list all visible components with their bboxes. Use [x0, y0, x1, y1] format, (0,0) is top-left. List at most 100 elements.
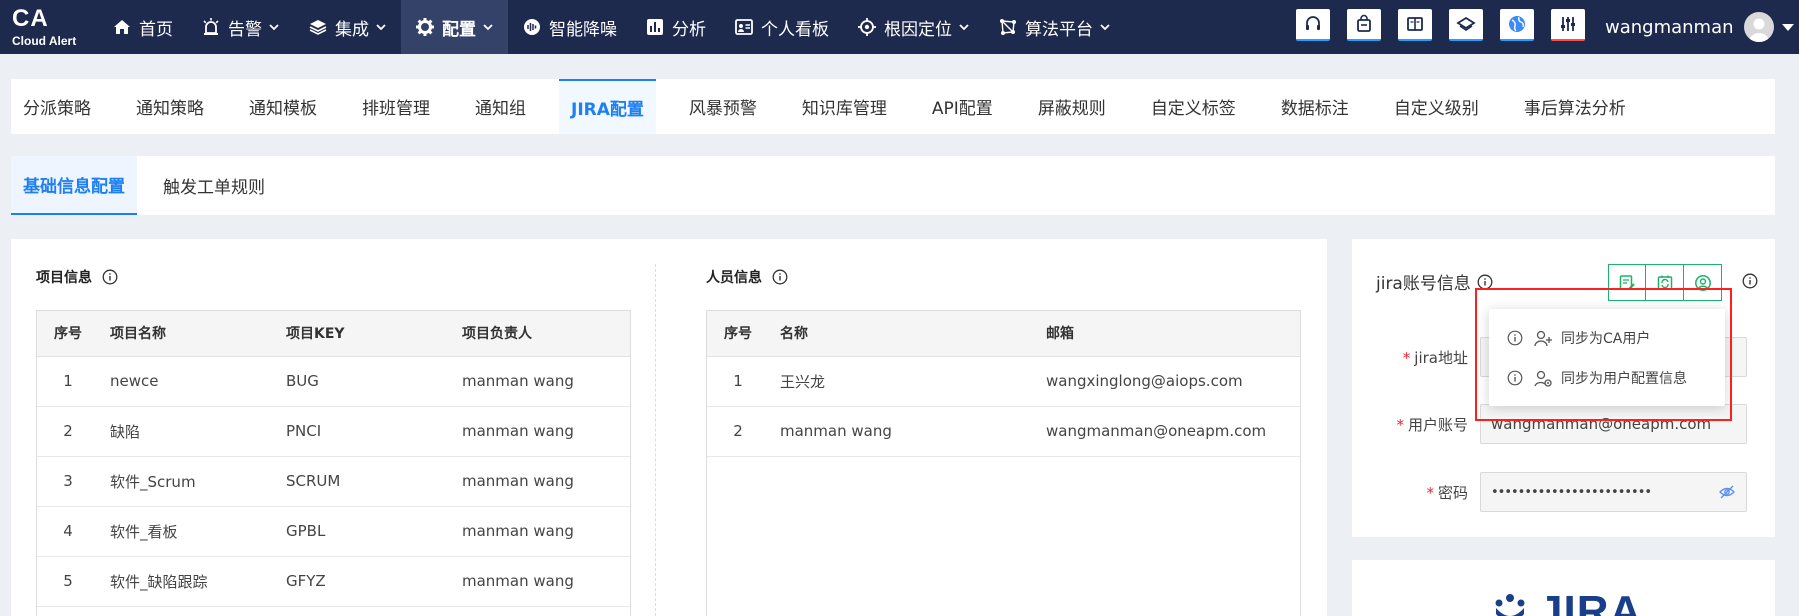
password-field[interactable]: ••••••••••••••••••••••••: [1480, 472, 1747, 512]
bag-button[interactable]: [1347, 9, 1381, 41]
tab-primary-10[interactable]: 自定义标签: [1139, 79, 1248, 134]
column-header: 项目名称: [99, 311, 275, 357]
table-cell: wangmanman@oneapm.com: [1035, 406, 1300, 457]
nav-home[interactable]: 首页: [98, 0, 187, 54]
secondary-tabs: 基础信息配置 触发工单规则: [11, 156, 1775, 215]
tab-label: 屏蔽规则: [1037, 99, 1106, 119]
info-icon[interactable]: [1477, 274, 1493, 290]
user-account-label: * 用户账号: [1352, 414, 1480, 435]
user-account-field[interactable]: wangmanman@oneapm.com: [1480, 404, 1747, 444]
column-header: 项目负责人: [451, 311, 630, 357]
jira-logo-icon: [1495, 594, 1525, 616]
tab-primary-0[interactable]: 分派策略: [11, 79, 103, 134]
user-add-icon: [1533, 328, 1553, 348]
edit-document-icon: [1619, 274, 1635, 290]
tab-primary-8[interactable]: API配置: [920, 79, 1005, 134]
app-logo[interactable]: CA Cloud Alert: [0, 7, 98, 48]
sync-button[interactable]: [1646, 264, 1684, 301]
sync-user-button[interactable]: [1684, 264, 1722, 301]
chevron-down-icon: [375, 21, 387, 33]
table-cell: newce: [99, 356, 275, 407]
table-row[interactable]: 4 软件_看板 GPBL manman wang: [37, 506, 630, 557]
tab-primary-4[interactable]: 通知组: [463, 79, 538, 134]
tab-primary-3[interactable]: 排班管理: [350, 79, 442, 134]
user-menu[interactable]: wangmanman: [1605, 0, 1794, 54]
table-row[interactable]: 3 软件_Scrum SCRUM manman wang: [37, 456, 630, 507]
table-row[interactable]: 1 王兴龙 wangxinglong@aiops.com: [707, 356, 1300, 407]
table-cell: manman wang: [769, 406, 1035, 457]
jira-url-label-text: jira地址: [1414, 348, 1468, 367]
globe-icon: [1509, 16, 1525, 32]
nav-integration[interactable]: 集成: [294, 0, 401, 54]
table-row[interactable]: 2 缺陷 PNCI manman wang: [37, 406, 630, 457]
required-mark: *: [1426, 483, 1434, 502]
target-icon: [857, 17, 877, 37]
nav-algorithm[interactable]: 算法平台: [984, 0, 1125, 54]
column-header: 邮箱: [1035, 311, 1300, 357]
main-panel: 项目信息 序号 项目名称 项目KEY 项目负责人 1 newce BUG manman wa…: [11, 239, 1327, 616]
tab-primary-2[interactable]: 通知模板: [237, 79, 329, 134]
table-cell: 软件_Scrum: [99, 456, 275, 507]
sliders-button[interactable]: [1551, 9, 1585, 41]
nav-root-cause[interactable]: 根因定位: [843, 0, 984, 54]
table-cell: 软件_看板: [99, 506, 275, 557]
nav-config[interactable]: 配置: [401, 0, 508, 54]
alarm-icon: [201, 17, 221, 37]
tab-label: JIRA配置: [571, 100, 644, 120]
info-icon: [1507, 330, 1523, 346]
layers-diamond-button[interactable]: [1449, 9, 1483, 41]
tab-primary-12[interactable]: 自定义级别: [1382, 79, 1491, 134]
tab-label: 通知策略: [136, 99, 204, 119]
algorithm-icon: [998, 17, 1018, 37]
table-cell: 王兴龙: [769, 356, 1035, 407]
jira-account-title-text: jira账号信息: [1376, 274, 1471, 294]
table-cell: 4: [37, 506, 99, 557]
sync-as-ca-user-item[interactable]: 同步为CA用户: [1489, 318, 1725, 358]
user-account-row: * 用户账号 wangmanman@oneapm.com: [1352, 404, 1775, 444]
nav-alarm[interactable]: 告警: [187, 0, 294, 54]
project-section-title: 项目信息: [36, 267, 118, 287]
nav-home-label: 首页: [139, 19, 173, 40]
jira-logo: JIRA: [1488, 587, 1642, 616]
table-cell: manman wang: [451, 556, 630, 607]
top-navigation: CA Cloud Alert 首页 告警 集成 配置 智能降噪 分析 个人看板 …: [0, 0, 1799, 54]
sliders-icon: [1561, 17, 1575, 31]
globe-button[interactable]: [1500, 9, 1534, 41]
column-header: 项目KEY: [275, 311, 451, 357]
headset-icon: [1306, 16, 1320, 30]
primary-tabs: 分派策略 通知策略 通知模板 排班管理 通知组 JIRA配置 风暴预警 知识库管理 API配置 屏…: [11, 79, 1775, 134]
section-divider: [655, 264, 656, 616]
sync-as-user-config-item[interactable]: 同步为用户配置信息: [1489, 358, 1725, 398]
eye-hidden-icon[interactable]: [1718, 483, 1736, 501]
table-cell: GPBL: [275, 506, 451, 557]
tab-primary-9[interactable]: 屏蔽规则: [1026, 79, 1118, 134]
sync-icon: [1657, 275, 1672, 290]
nav-dashboard[interactable]: 个人看板: [720, 0, 843, 54]
table-row[interactable]: 1 newce BUG manman wang: [37, 356, 630, 407]
password-row: * 密码 ••••••••••••••••••••••••: [1352, 472, 1775, 512]
headset-button[interactable]: [1296, 9, 1330, 41]
nav-noise-reduction[interactable]: 智能降噪: [508, 0, 631, 54]
tab-secondary-0[interactable]: 基础信息配置: [11, 156, 137, 215]
info-icon[interactable]: [772, 269, 788, 285]
gear-icon: [415, 17, 435, 37]
edit-config-button[interactable]: [1608, 264, 1646, 301]
tab-primary-5[interactable]: JIRA配置: [559, 79, 656, 134]
nav-analysis[interactable]: 分析: [631, 0, 720, 54]
people-table-wrapper: 序号 名称 邮箱 1 王兴龙 wangxinglong@aiops.com 2 manman…: [706, 310, 1301, 616]
column-header: 序号: [37, 311, 99, 357]
chevron-down-icon: [1099, 21, 1111, 33]
tab-primary-13[interactable]: 事后算法分析: [1512, 79, 1638, 134]
tab-secondary-1[interactable]: 触发工单规则: [151, 156, 277, 215]
table-row[interactable]: 2 manman wang wangmanman@oneapm.com: [707, 406, 1300, 457]
tab-primary-7[interactable]: 知识库管理: [790, 79, 899, 134]
info-icon[interactable]: [1742, 273, 1758, 289]
book-button[interactable]: [1398, 9, 1432, 41]
tab-primary-11[interactable]: 数据标注: [1269, 79, 1361, 134]
tab-primary-1[interactable]: 通知策略: [124, 79, 216, 134]
tab-primary-6[interactable]: 风暴预警: [677, 79, 769, 134]
home-icon: [112, 17, 132, 37]
user-account-value: wangmanman@oneapm.com: [1491, 415, 1712, 433]
info-icon[interactable]: [102, 269, 118, 285]
table-row[interactable]: 5 软件_缺陷跟踪 GFYZ manman wang: [37, 556, 630, 607]
